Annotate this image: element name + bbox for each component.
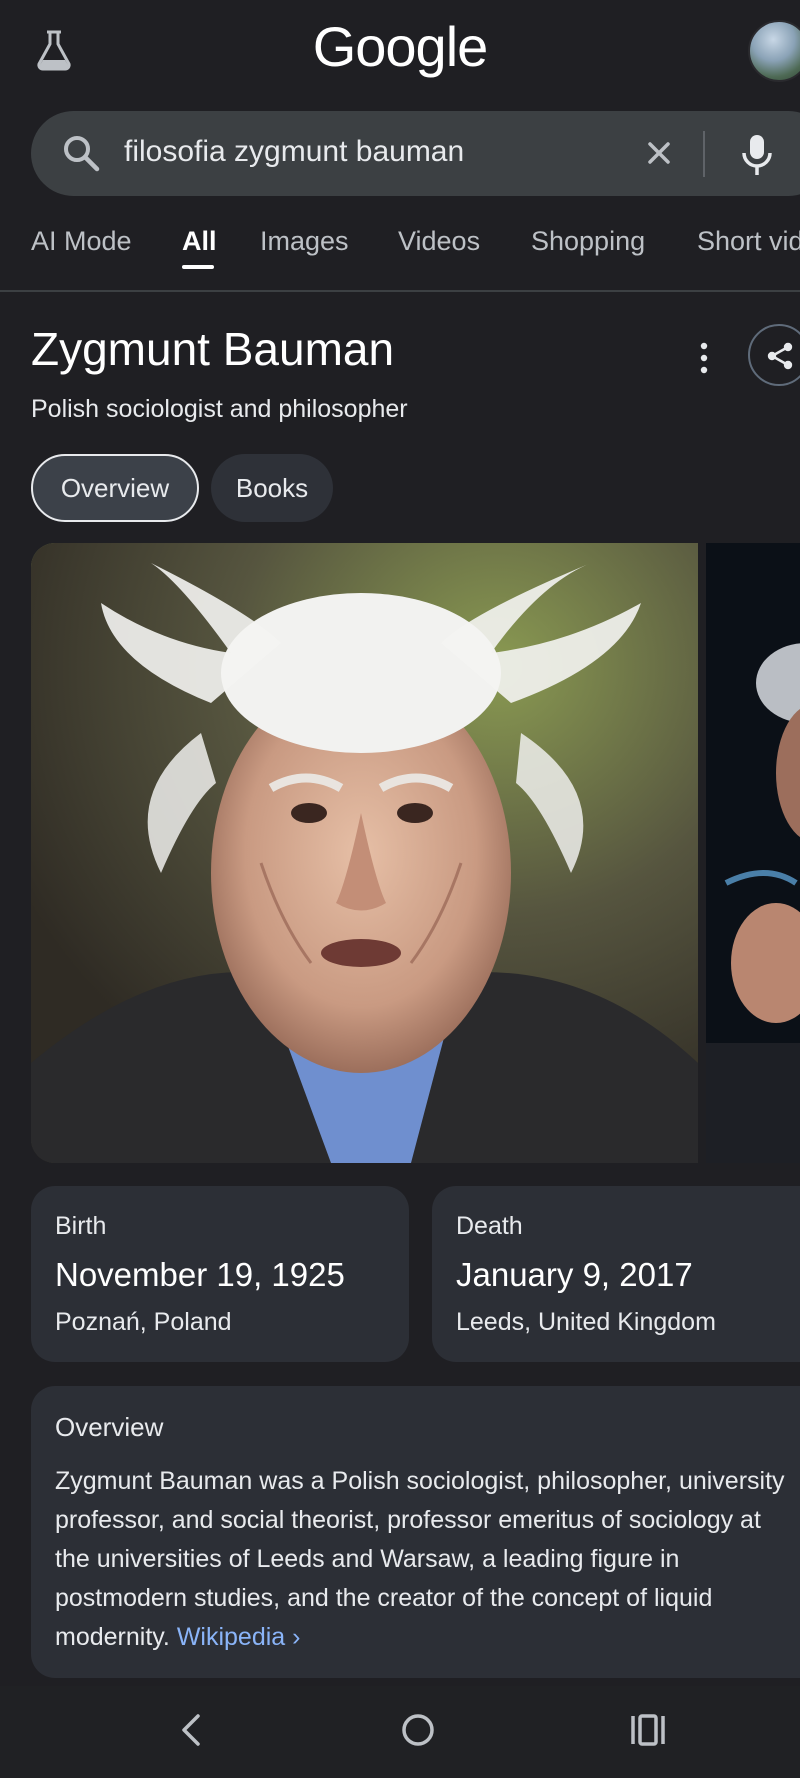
tab-all[interactable]: All: [182, 226, 217, 257]
top-bar: Google: [0, 0, 800, 100]
death-card[interactable]: Death January 9, 2017 Leeds, United King…: [432, 1186, 800, 1362]
wikipedia-link[interactable]: Wikipedia ›: [177, 1623, 301, 1651]
birth-date: November 19, 1925: [55, 1256, 345, 1293]
death-label: Death: [456, 1212, 523, 1240]
recents-icon[interactable]: [628, 1712, 668, 1748]
search-icon[interactable]: [59, 131, 103, 175]
more-options-icon[interactable]: [690, 338, 718, 378]
portrait-illustration: [31, 543, 698, 1163]
entity-photo-main[interactable]: [31, 543, 698, 1163]
search-tabs: AI Mode All Images Videos Shopping Short…: [0, 222, 800, 290]
google-logo[interactable]: Google: [0, 14, 800, 79]
death-date: January 9, 2017: [456, 1256, 693, 1293]
tab-ai-mode[interactable]: AI Mode: [31, 226, 132, 257]
entity-subtitle: Polish sociologist and philosopher: [31, 395, 408, 423]
overview-text: Zygmunt Bauman was a Polish sociologist,…: [55, 1467, 785, 1651]
birth-place: Poznań, Poland: [55, 1308, 232, 1336]
system-navigation-bar: [0, 1686, 800, 1778]
entity-title: Zygmunt Bauman: [31, 323, 395, 375]
chip-overview[interactable]: Overview: [31, 454, 199, 522]
back-icon[interactable]: [176, 1710, 206, 1750]
birth-label: Birth: [55, 1212, 107, 1240]
home-icon[interactable]: [398, 1710, 438, 1750]
wikipedia-link-label[interactable]: Wikipedia: [177, 1623, 285, 1651]
chevron-right-icon: ›: [292, 1623, 301, 1651]
tab-shopping[interactable]: Shopping: [531, 226, 645, 257]
chip-books[interactable]: Books: [211, 454, 333, 522]
tab-short-videos[interactable]: Short vid: [697, 226, 800, 257]
tabs-divider: [0, 290, 800, 292]
entity-photo-secondary[interactable]: [706, 543, 800, 1163]
search-divider: [703, 131, 705, 177]
share-button[interactable]: [748, 324, 800, 386]
death-place: Leeds, United Kingdom: [456, 1308, 716, 1336]
search-input[interactable]: filosofia zygmunt bauman: [124, 135, 464, 169]
birth-card[interactable]: Birth November 19, 1925 Poznań, Poland: [31, 1186, 409, 1362]
overview-description: Zygmunt Bauman was a Polish sociologist,…: [55, 1462, 795, 1657]
tab-videos[interactable]: Videos: [398, 226, 480, 257]
portrait-secondary-illustration: [706, 543, 800, 1163]
active-tab-indicator: [182, 265, 214, 269]
microphone-icon[interactable]: [735, 131, 779, 179]
close-icon[interactable]: [641, 135, 677, 171]
tab-images[interactable]: Images: [260, 226, 349, 257]
share-icon: [767, 342, 793, 370]
overview-title: Overview: [55, 1412, 164, 1442]
search-box[interactable]: filosofia zygmunt bauman: [31, 111, 800, 196]
overview-card: Overview Zygmunt Bauman was a Polish soc…: [31, 1386, 800, 1678]
